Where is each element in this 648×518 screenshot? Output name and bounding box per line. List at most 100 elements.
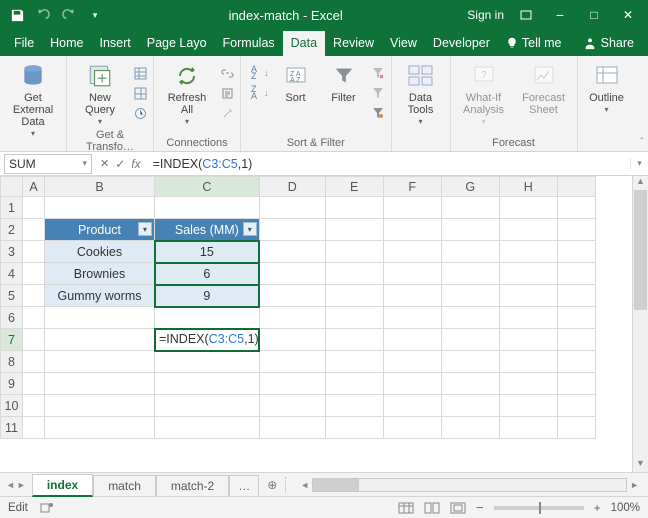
ribbon-display-options-icon[interactable] xyxy=(514,3,538,27)
table-header-sales[interactable]: Sales (MM)▾ xyxy=(155,219,260,241)
col-header-E[interactable]: E xyxy=(325,177,383,197)
row-header[interactable]: 10 xyxy=(1,395,23,417)
col-header-G[interactable]: G xyxy=(441,177,499,197)
row-header[interactable]: 4 xyxy=(1,263,23,285)
view-page-layout-icon[interactable] xyxy=(424,502,440,514)
view-normal-icon[interactable] xyxy=(398,502,414,514)
advanced-filter-button[interactable] xyxy=(371,104,385,122)
tab-view[interactable]: View xyxy=(382,31,425,56)
cancel-formula-icon[interactable]: ✕ xyxy=(100,157,109,170)
vertical-scrollbar[interactable]: ▲ ▼ xyxy=(632,176,648,472)
tab-scroll-right-icon[interactable]: ► xyxy=(17,480,26,490)
filter-button[interactable]: Filter xyxy=(323,60,365,104)
cells[interactable]: A B C D E F G H 1 2 Product▾ Sales (MM)▾… xyxy=(0,176,596,439)
col-header-F[interactable]: F xyxy=(383,177,441,197)
row-header[interactable]: 6 xyxy=(1,307,23,329)
sort-za-button[interactable]: ZA↓ xyxy=(247,84,269,102)
col-header[interactable] xyxy=(557,177,595,197)
sheet-tab-match[interactable]: match xyxy=(93,475,156,496)
edit-links-button[interactable] xyxy=(220,104,234,122)
autofilter-icon[interactable]: ▾ xyxy=(138,222,152,236)
close-button[interactable]: ✕ xyxy=(616,3,640,27)
active-cell[interactable]: =INDEX(C3:C5,1) xyxy=(155,329,260,351)
table-cell[interactable]: Brownies xyxy=(45,263,155,285)
autofilter-icon[interactable]: ▾ xyxy=(243,222,257,236)
scroll-left-icon[interactable]: ◄ xyxy=(297,480,312,490)
horizontal-scrollbar[interactable]: ◄ ► xyxy=(291,478,648,492)
zoom-in-button[interactable]: + xyxy=(594,501,601,515)
worksheet-grid[interactable]: A B C D E F G H 1 2 Product▾ Sales (MM)▾… xyxy=(0,176,648,472)
tab-insert[interactable]: Insert xyxy=(92,31,139,56)
row-header[interactable]: 9 xyxy=(1,373,23,395)
table-cell[interactable]: 6 xyxy=(155,263,260,285)
collapse-ribbon-icon[interactable]: ˆ xyxy=(636,56,648,151)
new-query-button[interactable]: New Query ▾ xyxy=(73,60,127,127)
table-cell[interactable]: 15 xyxy=(155,241,260,263)
view-page-break-icon[interactable] xyxy=(450,502,466,514)
tab-home[interactable]: Home xyxy=(42,31,91,56)
row-header[interactable]: 1 xyxy=(1,197,23,219)
sheet-tab-index[interactable]: index xyxy=(32,474,93,497)
row-header[interactable]: 5 xyxy=(1,285,23,307)
col-header-B[interactable]: B xyxy=(45,177,155,197)
clear-filter-button[interactable] xyxy=(371,64,385,82)
row-header[interactable]: 3 xyxy=(1,241,23,263)
chevron-down-icon[interactable]: ▾ xyxy=(82,158,87,169)
tab-file[interactable]: File xyxy=(0,31,42,56)
outline-button[interactable]: Outline ▾ xyxy=(584,60,630,115)
table-header-product[interactable]: Product▾ xyxy=(45,219,155,241)
table-cell[interactable]: Cookies xyxy=(45,241,155,263)
minimize-button[interactable]: − xyxy=(548,3,572,27)
col-header-A[interactable]: A xyxy=(23,177,45,197)
sign-in-link[interactable]: Sign in xyxy=(467,8,504,22)
redo-icon[interactable] xyxy=(60,6,78,24)
expand-formula-bar-icon[interactable]: ▾ xyxy=(630,158,648,169)
zoom-out-button[interactable]: − xyxy=(476,500,484,515)
undo-icon[interactable] xyxy=(34,6,52,24)
col-header-C[interactable]: C xyxy=(155,177,260,197)
sort-button[interactable]: Z AA Z Sort xyxy=(275,60,317,104)
connections-button[interactable] xyxy=(220,64,234,82)
row-header[interactable]: 2 xyxy=(1,219,23,241)
properties-button[interactable] xyxy=(220,84,234,102)
forecast-sheet-button[interactable]: Forecast Sheet xyxy=(517,60,571,116)
reapply-button[interactable] xyxy=(371,84,385,102)
refresh-all-button[interactable]: Refresh All ▾ xyxy=(160,60,214,127)
new-sheet-button[interactable]: ⊕ xyxy=(259,478,285,492)
tab-formulas[interactable]: Formulas xyxy=(215,31,283,56)
fx-icon[interactable]: fx xyxy=(131,157,140,171)
from-table-button[interactable] xyxy=(133,84,147,102)
share-button[interactable]: Share xyxy=(575,31,648,56)
tab-review[interactable]: Review xyxy=(325,31,382,56)
scrollbar-thumb[interactable] xyxy=(313,479,359,491)
row-header[interactable]: 8 xyxy=(1,351,23,373)
tab-tellme[interactable]: Tell me xyxy=(498,31,570,56)
whatif-button[interactable]: ? What-If Analysis ▾ xyxy=(457,60,511,127)
data-tools-button[interactable]: Data Tools ▾ xyxy=(398,60,444,127)
recent-sources-button[interactable] xyxy=(133,104,147,122)
col-header-H[interactable]: H xyxy=(499,177,557,197)
sheet-tab-more[interactable]: … xyxy=(229,475,259,496)
save-icon[interactable] xyxy=(8,6,26,24)
qat-customize-icon[interactable]: ▾ xyxy=(86,6,104,24)
zoom-level[interactable]: 100% xyxy=(611,502,640,514)
scroll-right-icon[interactable]: ► xyxy=(627,480,642,490)
sort-az-button[interactable]: AZ↓ xyxy=(247,64,269,82)
row-header[interactable]: 7 xyxy=(1,329,23,351)
table-cell[interactable]: Gummy worms xyxy=(45,285,155,307)
accept-formula-icon[interactable]: ✓ xyxy=(115,157,125,171)
tab-data[interactable]: Data xyxy=(283,31,325,56)
scrollbar-thumb[interactable] xyxy=(634,190,647,310)
table-cell[interactable]: 9 xyxy=(155,285,260,307)
get-external-data-button[interactable]: Get External Data ▾ xyxy=(6,60,60,139)
sheet-tab-match-2[interactable]: match-2 xyxy=(156,475,229,496)
row-header[interactable]: 11 xyxy=(1,417,23,439)
tab-page-layout[interactable]: Page Layo xyxy=(139,31,215,56)
col-header-D[interactable]: D xyxy=(259,177,325,197)
show-queries-button[interactable] xyxy=(133,64,147,82)
zoom-slider[interactable] xyxy=(494,506,584,510)
macro-record-icon[interactable] xyxy=(40,501,54,515)
tab-developer[interactable]: Developer xyxy=(425,31,498,56)
tab-scroll-left-icon[interactable]: ◄ xyxy=(6,480,15,490)
name-box[interactable]: SUM ▾ xyxy=(4,154,92,174)
